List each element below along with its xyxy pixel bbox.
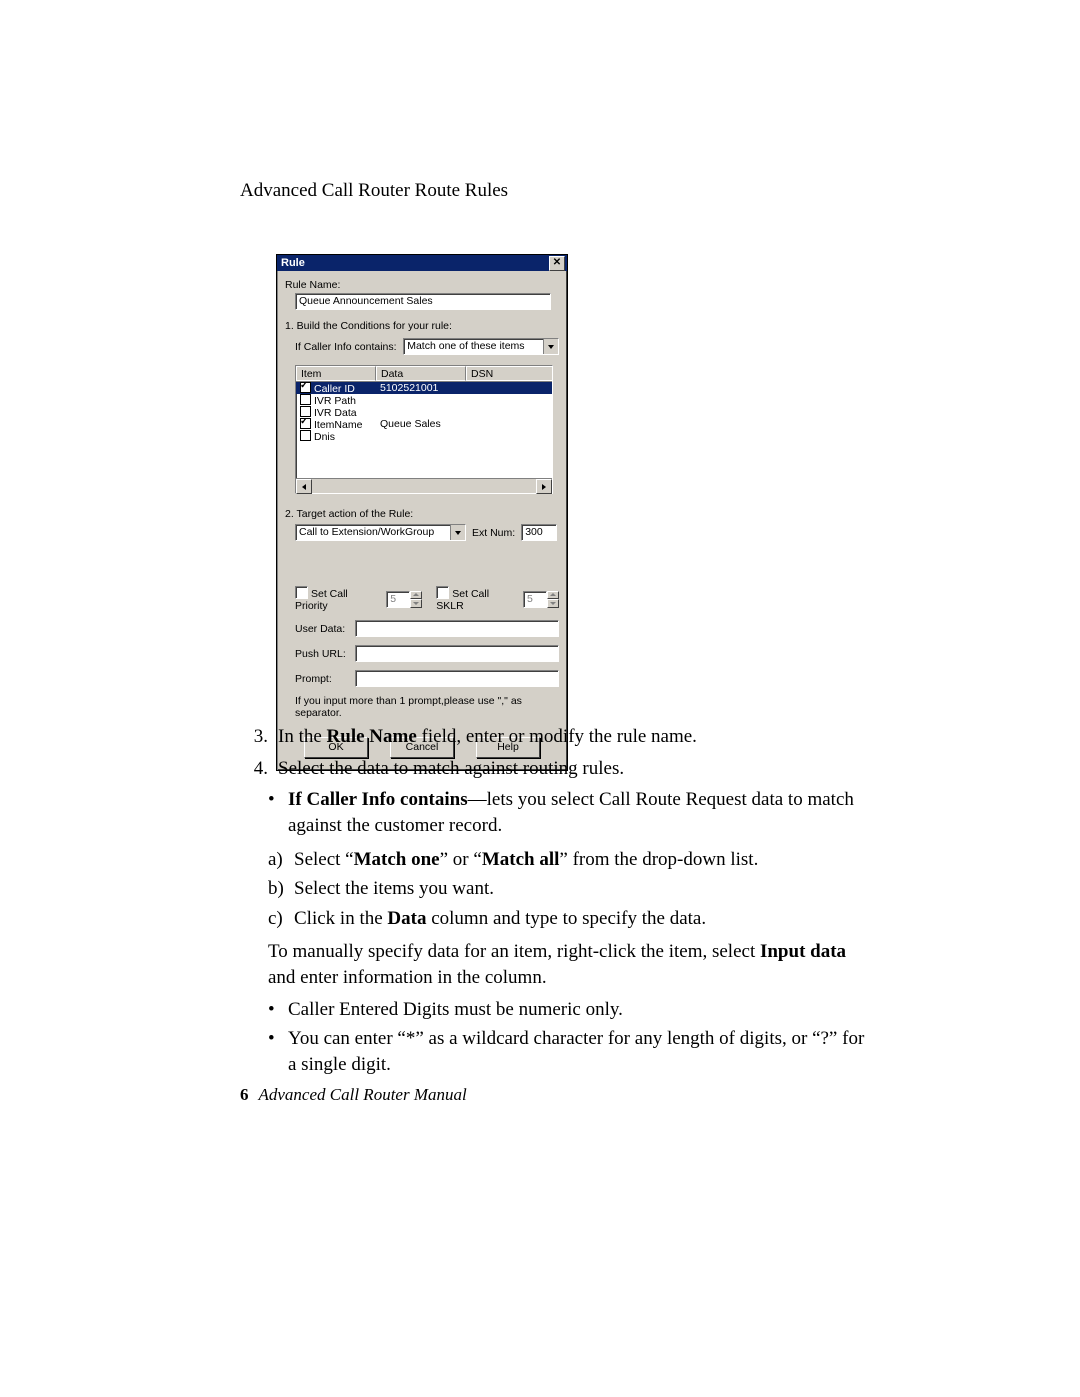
col-item[interactable]: Item — [296, 366, 376, 381]
spin-up-icon[interactable] — [547, 591, 559, 600]
rule-name-label: Rule Name: — [285, 279, 559, 291]
step-number: 4. — [240, 756, 278, 782]
checkbox-icon[interactable] — [300, 418, 311, 429]
item-cell: IVR Data — [314, 407, 357, 418]
scroll-left-icon[interactable] — [296, 479, 312, 494]
sub-letter: a) — [268, 847, 294, 873]
dsn-cell[interactable] — [466, 418, 552, 430]
bullet-icon: • — [268, 997, 288, 1023]
footer-title: Advanced Call Router Manual — [259, 1085, 467, 1104]
section2-label: 2. Target action of the Rule: — [285, 508, 559, 520]
checkbox-icon[interactable] — [300, 382, 311, 393]
data-cell[interactable] — [376, 406, 466, 418]
checkbox-icon[interactable] — [295, 586, 308, 599]
instruction-text: 3. In the Rule Name field, enter or modi… — [240, 724, 870, 1082]
data-cell[interactable]: 5102521001 — [376, 382, 466, 394]
data-cell[interactable]: Queue Sales — [376, 418, 466, 430]
table-row[interactable]: IVR Path — [296, 394, 552, 406]
table-row[interactable]: IVR Data — [296, 406, 552, 418]
item-cell: Caller ID — [314, 383, 355, 394]
user-data-label: User Data: — [295, 623, 355, 635]
priority-spinner[interactable]: 5 — [386, 591, 422, 608]
sub-a-text: Select “Match one” or “Match all” from t… — [294, 847, 758, 873]
page-footer: 6 Advanced Call Router Manual — [240, 1085, 467, 1105]
data-cell[interactable] — [376, 394, 466, 406]
data-cell[interactable] — [376, 430, 466, 442]
rule-dialog: Rule ✕ Rule Name: Queue Announcement Sal… — [276, 254, 568, 771]
dsn-cell[interactable] — [466, 430, 552, 442]
sklr-value: 5 — [523, 591, 547, 608]
titlebar: Rule ✕ — [277, 255, 567, 271]
spin-down-icon[interactable] — [547, 599, 559, 608]
sub-b-text: Select the items you want. — [294, 876, 494, 902]
rule-name-input[interactable]: Queue Announcement Sales — [295, 293, 551, 310]
dsn-cell[interactable] — [466, 382, 552, 394]
priority-value: 5 — [386, 591, 410, 608]
sub-c-text: Click in the Data column and type to spe… — [294, 906, 706, 932]
item-cell: ItemName — [314, 419, 362, 430]
item-cell: Dnis — [314, 431, 335, 442]
push-url-input[interactable] — [355, 645, 559, 662]
conditions-listview[interactable]: Item Data DSN Caller ID 5102521001 IVR Pat… — [295, 365, 553, 494]
table-row[interactable]: ItemName Queue Sales — [296, 418, 552, 430]
horizontal-scrollbar[interactable] — [296, 478, 552, 493]
bullet-icon: • — [268, 1026, 288, 1077]
checkbox-icon[interactable] — [300, 430, 311, 441]
page-number: 6 — [240, 1085, 249, 1104]
checkbox-icon[interactable] — [300, 406, 311, 417]
checkbox-icon[interactable] — [436, 586, 449, 599]
set-priority-option[interactable]: Set Call Priority — [295, 586, 372, 612]
push-url-label: Push URL: — [295, 648, 355, 660]
extnum-label: Ext Num: — [472, 527, 515, 539]
extnum-input[interactable]: 300 — [521, 524, 557, 541]
step-number: 3. — [240, 724, 278, 750]
manual-specify-para: To manually specify data for an item, ri… — [268, 939, 870, 990]
step3-text: In the Rule Name field, enter or modify … — [278, 724, 870, 750]
dsn-cell[interactable] — [466, 406, 552, 418]
inner-bullet-1: Caller Entered Digits must be numeric on… — [288, 997, 623, 1023]
table-row[interactable]: Caller ID 5102521001 — [296, 382, 552, 394]
checkbox-icon[interactable] — [300, 394, 311, 405]
listview-header: Item Data DSN — [296, 366, 552, 382]
dsn-cell[interactable] — [466, 394, 552, 406]
spin-up-icon[interactable] — [410, 591, 422, 600]
prompt-input[interactable] — [355, 670, 559, 687]
spin-down-icon[interactable] — [410, 599, 422, 608]
step4-text: Select the data to match against routing… — [278, 756, 870, 782]
col-dsn[interactable]: DSN — [466, 366, 552, 381]
prompt-label: Prompt: — [295, 673, 355, 685]
titlebar-text: Rule — [281, 257, 305, 269]
chevron-down-icon[interactable] — [450, 525, 465, 540]
match-dropdown[interactable]: Match one of these items — [403, 338, 559, 355]
if-caller-info-bullet: If Caller Info contains—lets you select … — [288, 787, 870, 838]
set-sklr-option[interactable]: Set Call SKLR — [436, 586, 509, 612]
user-data-input[interactable] — [355, 620, 559, 637]
table-row[interactable]: Dnis — [296, 430, 552, 442]
sklr-spinner[interactable]: 5 — [523, 591, 559, 608]
prompt-hint: If you input more than 1 prompt,please u… — [295, 695, 559, 719]
col-data[interactable]: Data — [376, 366, 466, 381]
sub-letter: c) — [268, 906, 294, 932]
bullet-icon: • — [268, 787, 288, 838]
scroll-right-icon[interactable] — [536, 479, 552, 494]
inner-bullet-2: You can enter “*” as a wildcard characte… — [288, 1026, 870, 1077]
target-action-dropdown[interactable]: Call to Extension/WorkGroup — [295, 524, 466, 541]
match-dropdown-value: Match one of these items — [407, 340, 524, 352]
target-action-value: Call to Extension/WorkGroup — [299, 526, 434, 538]
sub-letter: b) — [268, 876, 294, 902]
if-caller-label: If Caller Info contains: — [295, 341, 403, 353]
close-icon[interactable]: ✕ — [549, 256, 565, 271]
page-header: Advanced Call Router Route Rules — [240, 180, 508, 202]
chevron-down-icon[interactable] — [543, 339, 558, 354]
section1-label: 1. Build the Conditions for your rule: — [285, 320, 559, 332]
item-cell: IVR Path — [314, 395, 356, 406]
